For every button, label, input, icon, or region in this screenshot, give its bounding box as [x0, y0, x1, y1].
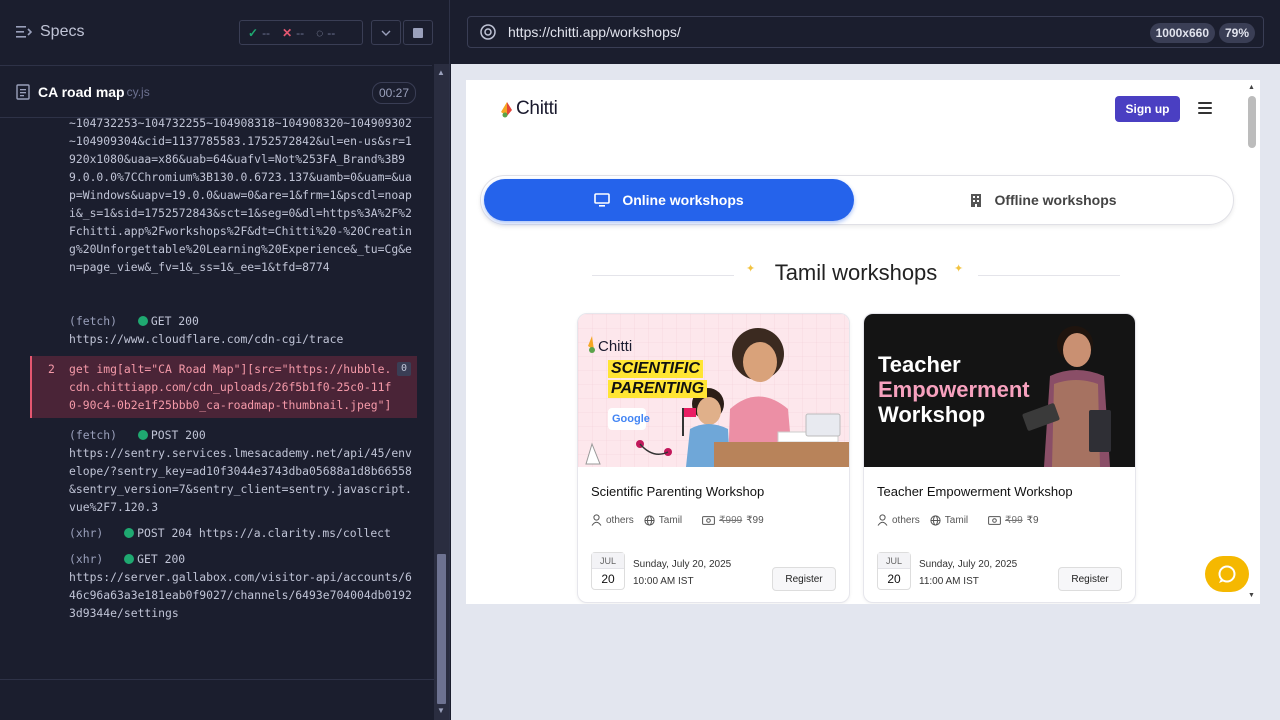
scroll-down-icon[interactable]: ▼: [437, 706, 445, 715]
tab-offline-workshops[interactable]: Offline workshops: [856, 179, 1231, 221]
status-dot: [124, 528, 135, 538]
site-header: Chitti Sign up: [466, 80, 1246, 136]
building-icon: [970, 193, 982, 208]
thumbnail-line3: Workshop: [878, 402, 986, 427]
globe-icon: [930, 514, 941, 526]
command-count-badge: 0: [396, 362, 411, 376]
stop-button[interactable]: [403, 20, 433, 45]
workshop-thumbnail[interactable]: Chitti SCIENTIFIC PARENTING Google: [578, 314, 849, 467]
menu-icon[interactable]: [1198, 102, 1212, 114]
divider: [0, 679, 434, 680]
sparkle-icon: ✦: [954, 263, 964, 275]
thumbnail-line1: SCIENTIFIC: [608, 360, 703, 378]
person-icon: [591, 514, 602, 526]
section-rule-right: [978, 275, 1120, 276]
workshop-card[interactable]: Chitti SCIENTIFIC PARENTING Google Scien…: [577, 313, 850, 603]
workshop-thumbnail[interactable]: Teacher Empowerment Workshop: [864, 314, 1135, 467]
spec-name: CA road map: [38, 83, 125, 100]
status-dot: [137, 316, 148, 326]
globe-icon: [644, 514, 655, 526]
page-scrollbar[interactable]: ▲ ▼: [1248, 84, 1256, 604]
chat-button[interactable]: [1205, 556, 1249, 592]
ticket-icon: [702, 515, 716, 525]
signup-button[interactable]: Sign up: [1115, 96, 1180, 122]
aut-header: https://chitti.app/workshops/ 1000x660 7…: [451, 0, 1280, 64]
date-time: Sunday, July 20, 2025 10:00 AM IST: [633, 559, 732, 587]
date-time: Sunday, July 20, 2025 11:00 AM IST: [919, 559, 1018, 587]
workshop-title[interactable]: Scientific Parenting Workshop: [591, 484, 764, 499]
specs-label[interactable]: Specs: [40, 23, 84, 41]
workshop-card[interactable]: Teacher Empowerment Workshop Teacher Emp…: [863, 313, 1136, 603]
scroll-up-icon[interactable]: ▲: [1248, 84, 1255, 91]
url-bar[interactable]: https://chitti.app/workshops/ 1000x660 7…: [467, 16, 1264, 48]
spec-ext: cy.js: [126, 84, 150, 99]
workshop-type-tabs: Online workshops Offline workshops: [480, 175, 1234, 225]
runner-panel: Specs ✓ -- ✕ -- ◌ -- CA road map cy.js 00:2…: [0, 0, 450, 720]
language: Tamil: [644, 515, 682, 526]
x-icon: ✕: [282, 25, 293, 40]
log-scrollbar[interactable]: ▲ ▼: [434, 64, 449, 720]
thumbnail-line2: Empowerment: [878, 377, 1030, 402]
pending-stat: ◌ --: [316, 25, 336, 40]
price: ₹99 ₹9: [988, 515, 1039, 526]
google-badge: Google: [612, 413, 650, 425]
scroll-down-icon[interactable]: ▼: [1248, 592, 1255, 599]
status-dot: [137, 430, 148, 440]
chitti-logo-icon: [501, 102, 512, 118]
log-entry-fetch[interactable]: (fetch) POST 200 https://sentry.services…: [30, 426, 417, 516]
thumbnail-line2: PARENTING: [608, 380, 708, 398]
stop-icon: [413, 27, 423, 38]
register-button[interactable]: Register: [772, 567, 836, 591]
chat-icon: [1218, 565, 1236, 583]
ticket-icon: [988, 515, 1002, 525]
workshop-title[interactable]: Teacher Empowerment Workshop: [877, 484, 1073, 499]
failed-stat: ✕ --: [282, 25, 305, 40]
log-entry-get-command[interactable]: 2 get img[alt="CA Road Map"][src="https:…: [30, 356, 417, 418]
viewport-size-badge[interactable]: 1000x660: [1149, 23, 1215, 43]
scroll-up-icon[interactable]: ▲: [437, 68, 445, 77]
workshop-meta: others Tamil ₹999 ₹99: [591, 514, 764, 526]
tab-online-workshops[interactable]: Online workshops: [484, 179, 854, 221]
audience: others: [877, 514, 920, 526]
language: Tamil: [930, 515, 968, 526]
aut-iframe: Chitti Sign up Online workshops Offline …: [466, 80, 1260, 604]
date-badge: JUL 20: [591, 552, 625, 590]
aut-panel: https://chitti.app/workshops/ 1000x660 7…: [451, 0, 1280, 720]
command-text: get img[alt="CA Road Map"][src="https://…: [69, 362, 392, 412]
thumbnail-line1: Teacher: [878, 352, 961, 377]
url-text: https://chitti.app/workshops/: [508, 24, 681, 40]
file-icon: [16, 83, 30, 100]
spinner-icon: ◌: [316, 25, 324, 40]
page-scroll-thumb[interactable]: [1248, 96, 1256, 148]
person-icon: [877, 514, 888, 526]
zoom-badge[interactable]: 79%: [1218, 23, 1255, 43]
date-badge: JUL 20: [877, 552, 911, 590]
command-log: ~104732253~104732255~104908318~104908320…: [30, 118, 417, 666]
log-entry-fetch[interactable]: (fetch) GET 200 https://www.cloudflare.c…: [30, 312, 417, 348]
log-scroll-thumb[interactable]: [437, 554, 446, 704]
status-dot: [124, 554, 135, 564]
workshop-meta: others Tamil ₹99 ₹9: [877, 514, 1039, 526]
passed-stat: ✓ --: [248, 25, 271, 40]
section-title: Tamil workshops: [774, 260, 938, 285]
specs-menu-icon[interactable]: [16, 25, 32, 39]
auto-scroll-button[interactable]: [371, 20, 401, 45]
chevron-down-icon: [381, 30, 391, 36]
thumbnail-brand: Chitti: [598, 338, 633, 355]
test-stats: ✓ -- ✕ -- ◌ --: [239, 20, 363, 45]
check-icon: ✓: [248, 25, 259, 40]
command-number: 2: [48, 362, 55, 376]
monitor-icon: [594, 192, 611, 208]
price: ₹999 ₹99: [702, 515, 764, 526]
chitti-logo[interactable]: Chitti: [498, 98, 558, 120]
spec-timer: 00:27: [371, 82, 416, 104]
register-button[interactable]: Register: [1058, 567, 1122, 591]
log-url-continued: ~104732253~104732255~104908318~104908320…: [69, 118, 412, 274]
spec-header: CA road map cy.js 00:27: [0, 65, 432, 118]
audience: others: [591, 514, 634, 526]
log-entry-xhr[interactable]: (xhr) POST 204 https://a.clarity.ms/coll…: [30, 524, 417, 542]
log-entry-xhr[interactable]: (xhr) GET 200 https://server.gallabox.co…: [30, 550, 417, 622]
globe-icon: [480, 24, 496, 40]
